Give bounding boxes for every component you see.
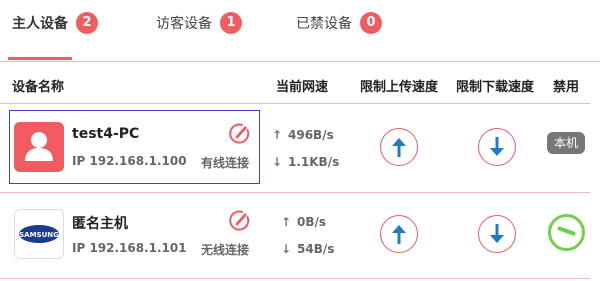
connection-type: 无线连接 [201,243,250,257]
column-header-limit-upload: 限制上传速度 [360,80,439,95]
download-arrow-icon [490,137,504,156]
count-badge: 0 [360,12,382,34]
count-badge: 1 [220,12,242,34]
ban-toggle-button[interactable] [548,214,585,251]
device-row: test4-PC IP 192.168.1.100 有线连接 ↑ 496B/s … [0,108,600,188]
upload-arrow-icon [392,225,406,244]
upload-arrow-icon: ↑ [272,128,283,142]
column-header-limit-download: 限制下载速度 [456,80,535,95]
tab-banned-devices[interactable]: 已禁设备 0 [296,8,382,38]
download-speed: ↓ 54B/s [281,242,334,256]
divider [0,278,590,279]
column-header-device-name: 设备名称 [12,80,65,95]
tab-host-devices[interactable]: 主人设备 2 [12,8,98,38]
device-ip: IP 192.168.1.100 [72,154,187,168]
upload-arrow-icon [392,138,406,157]
speed-value: 1.1KB/s [288,155,340,169]
device-name: 匿名主机 [72,216,128,232]
limit-upload-button[interactable] [380,215,418,253]
download-speed: ↓ 1.1KB/s [272,155,339,169]
speed-value: 496B/s [288,128,334,142]
upload-arrow-icon: ↑ [281,215,292,229]
device-name: test4-PC [72,126,140,142]
count-badge: 2 [76,12,98,34]
divider [0,192,590,193]
edit-name-icon[interactable] [228,209,250,231]
tab-label: 主人设备 [12,16,68,32]
download-arrow-icon: ↓ [281,242,292,256]
device-row: SAMSUNG 匿名主机 IP 192.168.1.101 无线连接 ↑ 0B/… [0,195,600,275]
upload-speed: ↑ 0B/s [281,215,326,229]
limit-download-button[interactable] [478,128,516,166]
edit-name-icon[interactable] [228,122,250,144]
tab-label: 访客设备 [156,16,212,32]
tab-guest-devices[interactable]: 访客设备 1 [156,8,242,38]
download-arrow-icon [490,224,504,243]
connection-type: 有线连接 [201,156,250,170]
download-arrow-icon: ↓ [272,155,283,169]
speed-value: 0B/s [297,215,327,229]
svg-text:SAMSUNG: SAMSUNG [19,231,59,239]
device-ip: IP 192.168.1.101 [72,241,187,255]
device-tabs: 主人设备 2 访客设备 1 已禁设备 0 [0,0,600,62]
upload-speed: ↑ 496B/s [272,128,334,142]
divider [0,61,600,62]
limit-upload-button[interactable] [380,128,418,166]
samsung-logo: SAMSUNG [14,209,64,259]
tab-label: 已禁设备 [296,16,352,32]
column-header-current-speed: 当前网速 [276,80,329,95]
column-header-ban: 禁用 [553,80,580,95]
ban-icon [556,225,577,237]
divider [0,103,590,104]
limit-download-button[interactable] [478,215,516,253]
active-tab-indicator [8,57,72,60]
speed-value: 54B/s [297,242,335,256]
this-device-tag: 本机 [547,132,585,154]
user-avatar-icon [14,122,64,172]
